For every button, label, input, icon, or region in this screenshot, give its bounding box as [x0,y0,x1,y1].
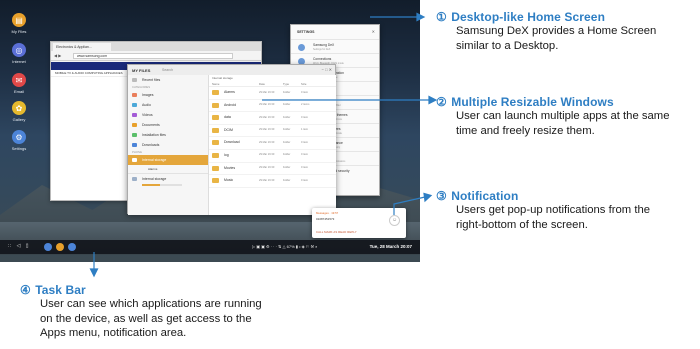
annotation-3-desc: Users get pop-up notifications from the … [456,203,650,232]
annotation-desc-line: Apps menu, notification area. [40,327,187,339]
annotation-title: Multiple Resizable Windows [451,95,614,109]
annotation-desc-line: User can launch multiple apps at the sam… [456,110,670,122]
arrow-4-head [89,268,99,278]
annotation-title: Desktop-like Home Screen [451,10,606,24]
annotation-number: ① [436,10,447,24]
annotation-number: ② [436,95,447,109]
annotation-2-desc: User can launch multiple apps at the sam… [456,109,670,138]
annotation-title: Task Bar [35,283,86,297]
annotation-4-desc: User can see which applications are runn… [40,297,262,341]
annotation-desc-line: Samsung DeX provides a Home Screen [456,25,657,37]
arrow-3-line [393,196,426,215]
annotation-title: Notification [451,189,519,203]
annotation-number: ④ [20,283,31,297]
figure: ▤ My Files ◎ Internet ✉ Email ✿ Gallery … [0,0,700,349]
annotation-desc-line: time and freely resize them. [456,124,595,137]
arrow-3-head [423,192,433,203]
annotation-desc-line: right-bottom of the screen. [456,218,588,231]
annotation-desc-line: Users get pop-up notifications from the [456,204,651,216]
arrow-2-head [428,95,438,105]
annotation-desc-line: on the device, as well as get access to … [40,312,252,325]
annotation-number: ③ [436,189,447,203]
annotation-desc-line: User can see which applications are runn… [40,298,262,310]
annotation-1-desc: Samsung DeX provides a Home Screen simil… [456,24,656,53]
annotation-desc-line: similar to a Desktop. [456,39,559,52]
arrow-1-head [416,12,426,22]
